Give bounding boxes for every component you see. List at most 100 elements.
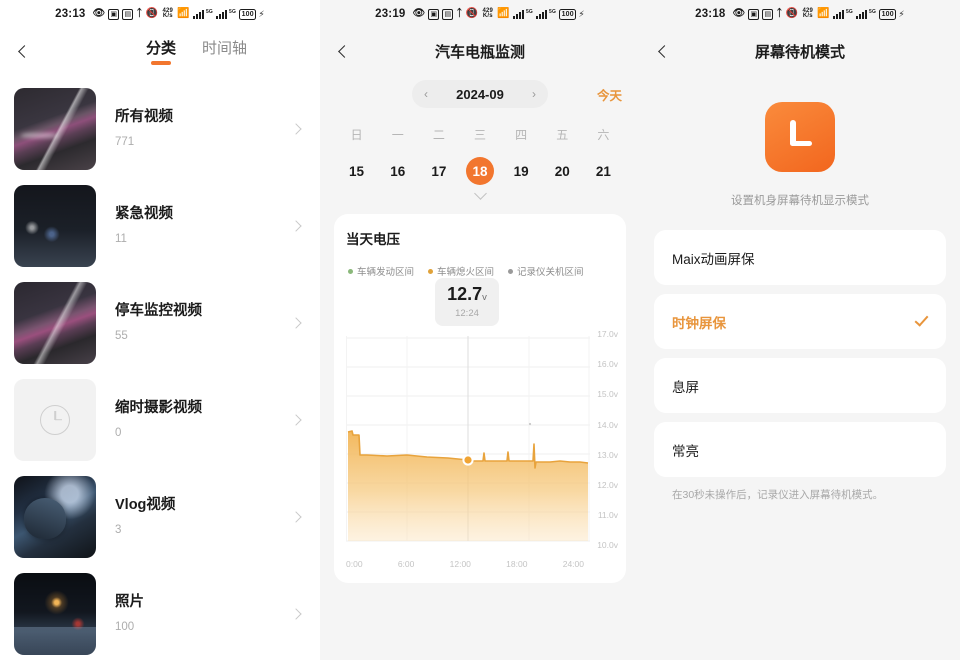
list-item-count: 55 — [115, 330, 128, 343]
boxed-icon-b: ▤ — [442, 8, 454, 20]
date-cell-selected[interactable]: 18 — [459, 157, 500, 185]
charging-bolt-icon: ⚡ — [898, 8, 905, 19]
status-time: 23:13 — [55, 8, 86, 20]
charging-bolt-icon: ⚡ — [258, 8, 265, 19]
list-item-title: 所有视频 — [115, 108, 173, 125]
today-button[interactable]: 今天 — [597, 85, 622, 104]
legend-item: 车辆熄火区间 — [428, 264, 494, 278]
y-tick: 17.0v — [597, 329, 618, 339]
date-number: 20 — [554, 163, 570, 179]
chevron-right-icon — [290, 607, 302, 620]
list-item[interactable]: Vlog视频 3 — [0, 468, 320, 565]
list-item-text: 所有视频 771 — [96, 109, 292, 148]
date-cell[interactable]: 15 — [336, 157, 377, 185]
thumbnail-image — [14, 475, 96, 558]
y-tick: 15.0v — [597, 389, 618, 400]
battery-icon: 100 — [239, 8, 257, 20]
option-label: 常亮 — [672, 443, 699, 459]
eye-icon: 👁 — [732, 8, 746, 19]
list-item[interactable]: 停车监控视频 55 — [0, 274, 320, 371]
month-selector[interactable]: ‹ 2024-09 › — [412, 80, 548, 108]
standby-note: 在30秒未操作后，记录仪进入屏幕待机模式。 — [672, 489, 884, 501]
option-always-on[interactable]: 常亮 — [654, 422, 946, 477]
battery-icon: 100 — [559, 8, 577, 20]
boxed-icon-b: ▤ — [762, 8, 774, 20]
back-button-media[interactable] — [0, 28, 46, 74]
wifi-icon: 📶 — [497, 8, 510, 19]
y-tick: 16.0v — [597, 359, 618, 370]
chevron-right-icon — [290, 316, 302, 329]
list-item[interactable]: 紧急视频 11 — [0, 177, 320, 274]
tooltip-time: 12:24 — [455, 308, 479, 319]
option-label: 时钟屏保 — [672, 315, 726, 331]
status-time: 23:18 — [695, 8, 726, 20]
legend-dot-gray — [508, 268, 514, 274]
check-icon — [914, 312, 929, 327]
boxed-icon-a: ▣ — [108, 8, 120, 20]
y-tick: 11.0v — [597, 510, 618, 521]
list-item-title: 照片 — [115, 593, 144, 610]
panel-battery-monitor: 23:19 👁 ▣ ▤ ᛏ 📵 429K/s 📶 100 ⚡ 汽车电瓶监测 — [320, 0, 640, 660]
chart-title: 当天电压 — [346, 232, 400, 247]
screenshot-root: 23:13 👁 ▣ ▤ ᛏ 📵 429K/s 📶 100 ⚡ 分类 时间 — [0, 0, 960, 660]
bluetooth-icon: ᛏ — [776, 8, 783, 19]
signal-icon-2 — [856, 9, 876, 19]
tab-timeline[interactable]: 时间轴 — [202, 37, 247, 66]
signal-icon-1 — [512, 9, 533, 19]
page-title: 屏幕待机模式 — [754, 43, 845, 61]
list-item[interactable]: 缩时摄影视频 0 — [0, 371, 320, 468]
date-number: 19 — [513, 163, 529, 179]
next-month-icon[interactable]: › — [532, 88, 536, 100]
date-cell[interactable]: 21 — [583, 157, 624, 185]
calendar-expand-button[interactable] — [320, 187, 640, 200]
x-tick: 24:00 — [562, 559, 584, 569]
date-cell[interactable]: 19 — [501, 157, 542, 185]
legend-label: 车辆发动区间 — [357, 267, 415, 278]
date-cell[interactable]: 20 — [542, 157, 583, 185]
y-tick: 10.0v — [597, 540, 618, 551]
option-label: 息屏 — [672, 379, 699, 395]
month-label: 2024-09 — [456, 86, 504, 102]
prev-month-icon[interactable]: ‹ — [424, 88, 428, 100]
bluetooth-icon: ᛏ — [456, 8, 463, 19]
wifi-icon: 📶 — [817, 8, 830, 19]
thumbnail-placeholder — [14, 378, 96, 461]
legend-item: 车辆发动区间 — [348, 264, 414, 278]
status-icon-group: 👁 ▣ ▤ ᛏ 📵 429K/s 📶 100 ⚡ — [413, 8, 585, 20]
chart-legend: 车辆发动区间 车辆熄火区间 记录仪关机区间 — [346, 264, 614, 278]
list-item-text: 停车监控视频 55 — [96, 303, 292, 342]
list-item-title: 缩时摄影视频 — [115, 399, 202, 416]
charging-bolt-icon: ⚡ — [578, 8, 585, 19]
tab-categories[interactable]: 分类 — [146, 37, 176, 66]
date-cell[interactable]: 16 — [377, 157, 418, 185]
list-item-count: 0 — [115, 427, 122, 440]
calendar-header: ‹ 2024-09 › 今天 — [320, 80, 640, 108]
chevron-left-icon — [338, 44, 351, 58]
option-screen-off[interactable]: 息屏 — [654, 358, 946, 413]
chart-y-axis: 17.0v 16.0v 15.0v 14.0v 13.0v 12.0v 11.0… — [582, 330, 618, 550]
date-number: 17 — [431, 163, 447, 179]
option-maix-animation[interactable]: Maix动画屏保 — [654, 230, 946, 285]
weekday-label: 四 — [515, 128, 528, 142]
thumbnail-image — [14, 184, 96, 267]
voltage-plot — [346, 336, 590, 542]
hero-subtitle: 设置机身屏幕待机显示模式 — [731, 195, 869, 207]
signal-icon-2 — [536, 9, 556, 19]
status-icon-group: 👁 ▣ ▤ ᛏ 📵 429K/s 📶 100 ⚡ — [93, 8, 265, 20]
list-item[interactable]: 照片 100 — [0, 565, 320, 660]
y-tick: 14.0v — [597, 419, 618, 430]
network-speed-icon: 429 K/s — [162, 8, 174, 19]
option-clock-screensaver[interactable]: 时钟屏保 — [654, 294, 946, 349]
back-button-battery[interactable] — [320, 28, 366, 74]
navbar-standby: 屏幕待机模式 — [640, 28, 960, 74]
weekday-label: 日 — [350, 128, 363, 142]
vibrate-icon: 📵 — [785, 8, 799, 19]
vibrate-icon: 📵 — [465, 8, 479, 19]
date-cell[interactable]: 17 — [418, 157, 459, 185]
chevron-left-icon — [18, 44, 31, 58]
weekday-label: 一 — [391, 128, 404, 142]
thumbnail-image — [14, 281, 96, 364]
back-button-standby[interactable] — [640, 28, 686, 74]
network-speed-icon: 429 K/s — [802, 8, 814, 19]
list-item[interactable]: 所有视频 771 — [0, 80, 320, 177]
